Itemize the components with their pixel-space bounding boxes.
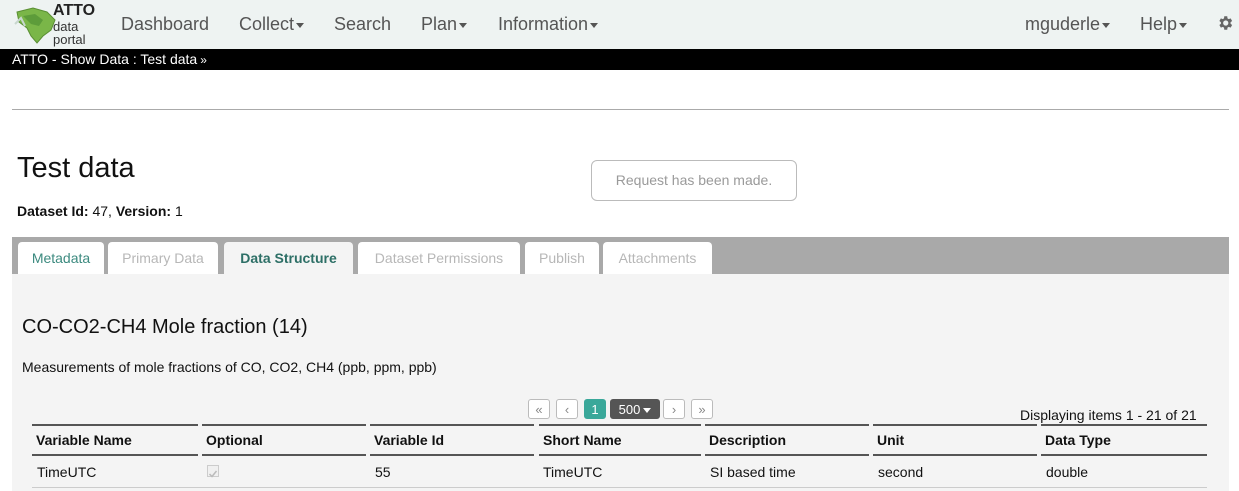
header-top-rule (705, 424, 869, 426)
nav-collect-label: Collect (239, 14, 295, 34)
nav-dashboard[interactable]: Dashboard (121, 14, 209, 34)
pager-current-page[interactable]: 1 (584, 399, 606, 419)
page-title: Test data (17, 152, 135, 184)
structure-title: CO-CO2-CH4 Mole fraction (14) (22, 316, 308, 338)
version-label: Version: (115, 203, 172, 219)
logo-text-atto: ATTO (53, 2, 96, 19)
tab-metadata[interactable]: Metadata (18, 242, 104, 274)
column-header-description[interactable]: Description (709, 432, 786, 448)
header-top-rule (539, 424, 701, 426)
atto-logo[interactable]: ATTO data portal (13, 2, 95, 46)
nav-plan-label: Plan (421, 14, 458, 34)
header-bottom-rule (1041, 454, 1207, 456)
tab-attachments[interactable]: Attachments (603, 242, 712, 274)
header-top-rule (32, 424, 198, 426)
column-header-unit[interactable]: Unit (877, 432, 904, 448)
page-size-value: 500 (618, 402, 641, 417)
optional-checkbox (207, 465, 219, 478)
nav-help-label: Help (1140, 14, 1178, 34)
column-header-data-type[interactable]: Data Type (1045, 432, 1111, 448)
check-icon (208, 470, 218, 478)
pager-prev-button[interactable]: ‹ (556, 399, 578, 419)
tab-publish[interactable]: Publish (525, 242, 599, 274)
column-header-variable-id[interactable]: Variable Id (374, 432, 444, 448)
tab-primary-data[interactable]: Primary Data (108, 242, 218, 274)
column-header-optional[interactable]: Optional (206, 432, 263, 448)
column-header-variable-name[interactable]: Variable Name (36, 432, 132, 448)
nav-plan[interactable]: Plan (421, 14, 468, 34)
cell-variable-name: TimeUTC (37, 464, 97, 480)
tab-data-structure[interactable]: Data Structure (224, 242, 353, 274)
top-navbar: ATTO data portal Dashboard Collect Searc… (0, 0, 1239, 49)
caret-down-icon (643, 408, 652, 414)
breadcrumb-bar: ATTO - Show Data : Test data» (0, 49, 1239, 70)
nav-search[interactable]: Search (334, 14, 391, 34)
cell-unit: second (878, 464, 924, 480)
row-divider (32, 487, 1207, 488)
chevron-down-icon (590, 22, 599, 28)
pager-last-button[interactable]: » (691, 399, 713, 419)
dataset-id-label: Dataset Id: (17, 203, 89, 219)
header-bottom-rule (202, 454, 366, 456)
header-top-rule (1041, 424, 1207, 426)
breadcrumb-text: ATTO - Show Data : Test data (12, 51, 198, 67)
logo-text-portal: portal (53, 32, 86, 47)
nav-user-menu[interactable]: mguderle (1025, 14, 1111, 34)
chevron-down-icon (1179, 22, 1188, 28)
header-bottom-rule (32, 454, 198, 456)
request-made-button[interactable]: Request has been made. (591, 160, 797, 201)
dataset-id-line: Dataset Id: 47, Version: 1 (17, 203, 183, 219)
page-size-select[interactable]: 500 (610, 399, 660, 419)
nav-information-label: Information (498, 14, 589, 34)
structure-description: Measurements of mole fractions of CO, CO… (22, 359, 437, 375)
breadcrumb[interactable]: ATTO - Show Data : Test data» (12, 51, 207, 68)
cell-short-name: TimeUTC (543, 464, 603, 480)
header-top-rule (202, 424, 366, 426)
gear-icon[interactable] (1216, 14, 1234, 32)
nav-collect[interactable]: Collect (239, 14, 305, 34)
header-top-rule (873, 424, 1037, 426)
tab-strip: Metadata Primary Data Data Structure Dat… (12, 237, 1229, 274)
dataset-id-value: 47 (92, 203, 109, 219)
header-top-rule (370, 424, 534, 426)
chevron-down-icon (1102, 22, 1111, 28)
pager-next-button[interactable]: › (663, 399, 685, 419)
tab-dataset-permissions[interactable]: Dataset Permissions (358, 242, 520, 274)
header-bottom-rule (370, 454, 534, 456)
nav-help[interactable]: Help (1140, 14, 1188, 34)
data-structure-panel (12, 274, 1229, 491)
cell-description: SI based time (710, 464, 796, 480)
chevron-down-icon (459, 22, 468, 28)
pager-first-button[interactable]: « (528, 399, 550, 419)
column-header-short-name[interactable]: Short Name (543, 432, 622, 448)
header-bottom-rule (873, 454, 1037, 456)
header-bottom-rule (705, 454, 869, 456)
header-bottom-rule (539, 454, 701, 456)
version-value: 1 (174, 203, 183, 219)
cell-variable-id: 55 (375, 464, 391, 480)
double-chevron-down-icon: » (200, 53, 207, 67)
pager-info: Displaying items 1 - 21 of 21 (1020, 407, 1197, 423)
cell-data-type: double (1046, 464, 1089, 480)
nav-user-label: mguderle (1025, 14, 1101, 34)
divider (12, 109, 1229, 110)
chevron-down-icon (296, 22, 305, 28)
nav-information[interactable]: Information (498, 14, 599, 34)
